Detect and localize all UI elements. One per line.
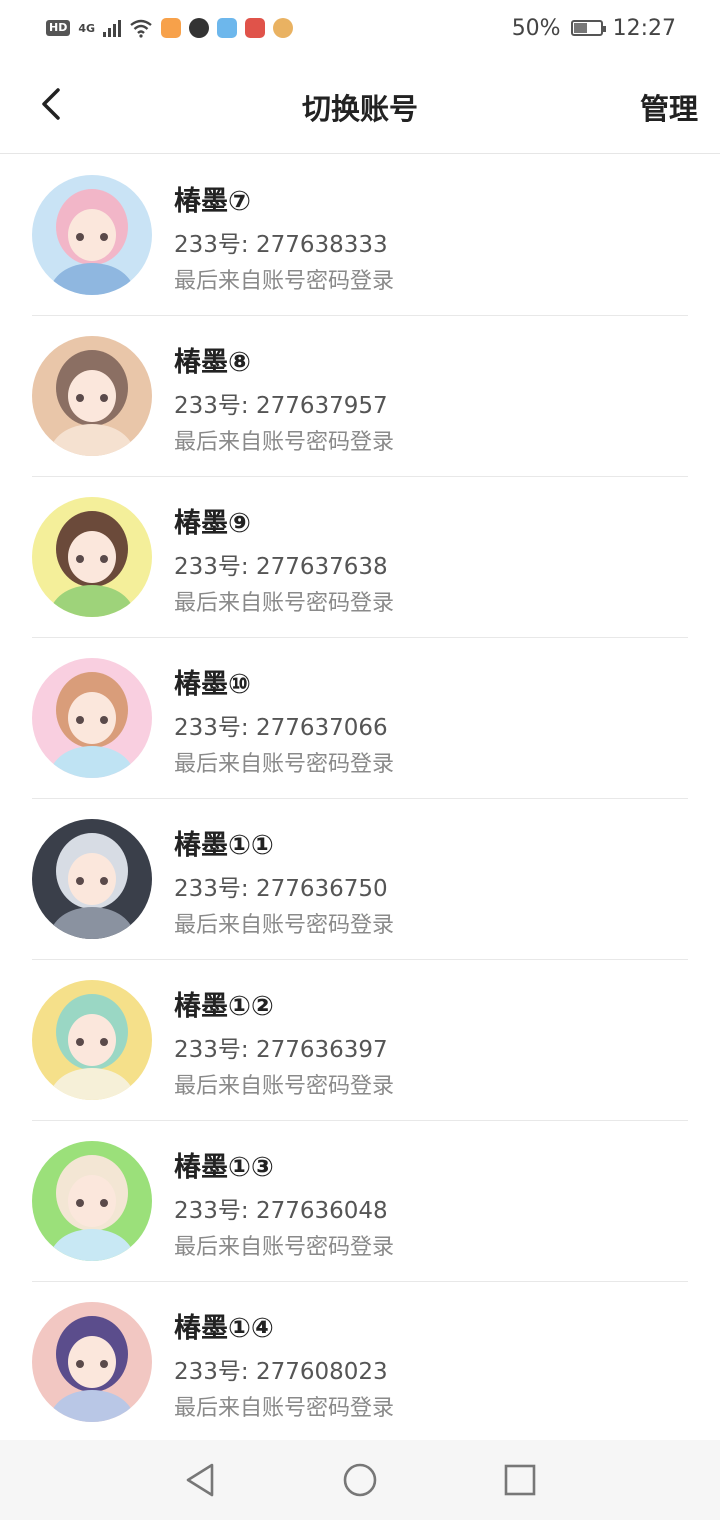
- system-nav-bar: [0, 1440, 720, 1520]
- nav-home-button[interactable]: [340, 1460, 380, 1500]
- nav-recents-button[interactable]: [500, 1460, 540, 1500]
- account-id: 233号: 277608023: [174, 1359, 388, 1385]
- account-id: 233号: 277637957: [174, 393, 388, 419]
- header: 切换账号 管理: [0, 56, 720, 154]
- account-id: 233号: 277636397: [174, 1037, 388, 1063]
- account-name: 椿墨⑩: [174, 669, 251, 700]
- account-item[interactable]: 椿墨⑦ 233号: 277638333 最后来自账号密码登录: [0, 155, 720, 316]
- account-list: 椿墨⑦ 233号: 277638333 最后来自账号密码登录 椿墨⑧ 233号:…: [0, 155, 720, 1443]
- store-icon: [245, 18, 266, 38]
- account-name: 椿墨⑨: [174, 508, 251, 539]
- account-item[interactable]: 椿墨①④ 233号: 277608023 最后来自账号密码登录: [0, 1282, 720, 1443]
- account-item[interactable]: 椿墨①③ 233号: 277636048 最后来自账号密码登录: [0, 1121, 720, 1282]
- last-login-method: 最后来自账号密码登录: [174, 1396, 395, 1421]
- avatar-image: [32, 1302, 152, 1422]
- account-name: 椿墨①②: [174, 991, 274, 1022]
- hd-badge: HD: [46, 20, 71, 36]
- last-login-method: 最后来自账号密码登录: [174, 913, 395, 938]
- avatar-image: [32, 497, 152, 617]
- avatar-image: [32, 658, 152, 778]
- battery-fill: [573, 23, 587, 33]
- account-item[interactable]: 椿墨①① 233号: 277636750 最后来自账号密码登录: [0, 799, 720, 960]
- video-app-icon: [161, 18, 182, 38]
- account-name: 椿墨①①: [174, 830, 274, 861]
- last-login-method: 最后来自账号密码登录: [174, 430, 395, 455]
- last-login-method: 最后来自账号密码登录: [174, 591, 395, 616]
- account-id: 233号: 277637066: [174, 715, 388, 741]
- avatar-image: [32, 980, 152, 1100]
- status-right: 50% 12:27: [512, 16, 676, 41]
- avatar: [32, 175, 152, 295]
- account-item[interactable]: 椿墨⑩ 233号: 277637066 最后来自账号密码登录: [0, 638, 720, 799]
- avatar-image: [32, 175, 152, 295]
- nav-back-button[interactable]: [180, 1460, 220, 1500]
- last-login-method: 最后来自账号密码登录: [174, 269, 395, 294]
- last-login-method: 最后来自账号密码登录: [174, 752, 395, 777]
- tiktok-icon: [189, 18, 210, 38]
- avatar: [32, 1302, 152, 1422]
- manage-button[interactable]: 管理: [640, 86, 698, 128]
- battery-percent: 50%: [511, 15, 561, 41]
- avatar: [32, 980, 152, 1100]
- avatar: [32, 819, 152, 939]
- account-id: 233号: 277638333: [174, 232, 388, 258]
- status-bar: HD 4G 50% 12:27: [0, 0, 720, 56]
- account-name: 椿墨①④: [174, 1313, 274, 1344]
- account-name: 椿墨⑦: [174, 186, 251, 217]
- wifi-icon: [130, 19, 152, 38]
- network-type: 4G: [78, 21, 96, 35]
- account-id: 233号: 277637638: [174, 554, 388, 580]
- signal-icon: [103, 19, 122, 37]
- avatar-image: [32, 1141, 152, 1261]
- square-recents-icon: [504, 1464, 536, 1496]
- avatar: [32, 336, 152, 456]
- account-item[interactable]: 椿墨⑨ 233号: 277637638 最后来自账号密码登录: [0, 477, 720, 638]
- account-item[interactable]: 椿墨⑧ 233号: 277637957 最后来自账号密码登录: [0, 316, 720, 477]
- account-item[interactable]: 椿墨①② 233号: 277636397 最后来自账号密码登录: [0, 960, 720, 1121]
- last-login-method: 最后来自账号密码登录: [174, 1074, 395, 1099]
- avatar-image: [32, 819, 152, 939]
- account-name: 椿墨①③: [174, 1152, 274, 1183]
- page-title: 切换账号: [301, 92, 418, 126]
- status-left: HD 4G: [46, 18, 294, 38]
- avatar: [32, 1141, 152, 1261]
- battery-icon: [570, 20, 606, 36]
- circle-home-icon: [343, 1463, 377, 1497]
- account-name: 椿墨⑧: [174, 347, 251, 378]
- triangle-back-icon: [186, 1463, 214, 1497]
- account-id: 233号: 277636750: [174, 876, 388, 902]
- weather-icon: [217, 18, 238, 38]
- clock: 12:27: [612, 15, 676, 41]
- avatar: [32, 658, 152, 778]
- avatar: [32, 497, 152, 617]
- monkey-icon: [273, 18, 294, 38]
- avatar-image: [32, 336, 152, 456]
- account-id: 233号: 277636048: [174, 1198, 388, 1224]
- last-login-method: 最后来自账号密码登录: [174, 1235, 395, 1260]
